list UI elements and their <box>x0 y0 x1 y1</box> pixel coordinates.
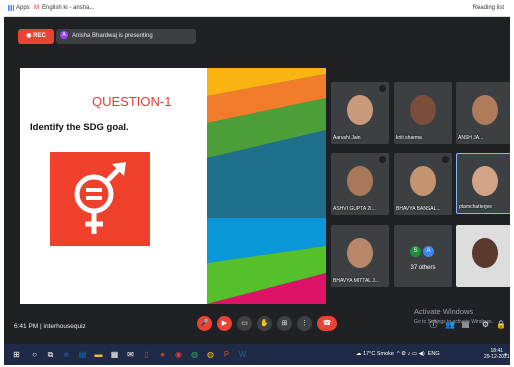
task-view-icon[interactable]: ⧉ <box>46 350 55 359</box>
participant-tile-speaking[interactable]: ptamchatterjee <box>456 153 510 214</box>
participant-tile[interactable] <box>456 225 510 287</box>
participant-name: ptamchatterjee <box>459 204 493 210</box>
language-indicator[interactable]: ENG <box>428 351 440 357</box>
participant-name: ANSH JA... <box>458 135 484 141</box>
avatar: S <box>410 246 421 257</box>
mic-off-icon <box>442 156 449 163</box>
mic-off-icon <box>379 85 386 92</box>
weather-text: 17°C Smoke <box>363 351 394 357</box>
raise-hand-button[interactable]: ✋ <box>257 316 272 331</box>
bookmarks-bar: Apps M English ki - ansha... Reading lis… <box>4 2 510 17</box>
participant-video <box>347 238 373 268</box>
participant-name: ASHVI GUPTA 2I... <box>333 206 376 212</box>
participant-video <box>347 166 373 196</box>
presenter-text: Anisha Bhardwaj is presenting <box>72 33 153 39</box>
store-icon[interactable]: ▤ <box>78 350 87 359</box>
rec-badge: ◉ REC <box>18 29 54 44</box>
participant-name: BHAVYA BANSAL... <box>396 206 441 212</box>
slide-color-stripes <box>207 68 326 304</box>
slide-title: QUESTION-1 <box>92 94 172 109</box>
end-call-button[interactable]: ☎ <box>317 316 337 331</box>
slide-prompt: Identify the SDG goal. <box>30 122 129 133</box>
chrome-icon[interactable]: ◍ <box>206 350 215 359</box>
lock-icon[interactable]: 🔒 <box>496 320 506 329</box>
participant-tile[interactable]: ASHVI GUPTA 2I... <box>331 153 389 215</box>
captions-button[interactable]: ▭ <box>237 316 252 331</box>
system-tray: ☁ 17°C Smoke ^ ⚙ ♪ ▭ ◀) ENG <box>356 351 440 357</box>
apps-icon[interactable] <box>8 5 14 11</box>
app-icon[interactable]: ◉ <box>174 350 183 359</box>
others-avatars: SA <box>410 239 434 257</box>
more-options-button[interactable]: ⋮ <box>297 316 312 331</box>
others-tile[interactable]: SA 37 others <box>394 225 452 287</box>
rec-label: REC <box>33 33 46 39</box>
windows-start-icon[interactable]: ⊞ <box>12 350 21 359</box>
participant-video <box>347 95 373 125</box>
participant-video <box>410 95 436 125</box>
presenter-avatar: A <box>60 31 68 40</box>
notification-icon[interactable]: ▪ <box>501 350 510 359</box>
bookmark-english[interactable]: English ki - ansha... <box>42 5 94 11</box>
app-icon[interactable]: ▦ <box>110 350 119 359</box>
participant-video <box>472 238 498 268</box>
tray-icons[interactable]: ^ ⚙ ♪ ▭ ◀) <box>397 351 425 357</box>
screen: Apps M English ki - ansha... Reading lis… <box>4 2 510 365</box>
reading-list[interactable]: Reading list <box>473 5 504 11</box>
participant-name: kriti sharma <box>396 135 422 141</box>
participant-tile[interactable]: ANSH JA... <box>456 82 510 144</box>
edge-icon[interactable]: e <box>62 350 71 359</box>
chrome-icon[interactable]: ◍ <box>190 350 199 359</box>
chat-icon[interactable]: ▤ <box>461 320 470 329</box>
present-button[interactable]: ⊞ <box>277 316 292 331</box>
others-count: 37 others <box>410 265 436 271</box>
weather-icon: ☁ <box>356 351 362 357</box>
sdg-gender-equality-icon <box>50 152 150 246</box>
activation-watermark: Activate Windows <box>414 307 474 316</box>
rec-icon: ◉ <box>26 33 32 39</box>
gmail-icon: M <box>34 5 39 11</box>
mail-icon[interactable]: ✉ <box>126 350 135 359</box>
file-explorer-icon[interactable]: ▬ <box>94 350 103 359</box>
office-icon[interactable]: ▯ <box>142 350 151 359</box>
activities-icon[interactable]: ⚙ <box>481 320 490 329</box>
participant-tile[interactable]: Aarushi Jain <box>331 82 389 144</box>
participant-video <box>472 95 498 125</box>
camera-toggle-button[interactable]: ▶ <box>217 316 232 331</box>
bookmark-apps[interactable]: Apps <box>16 5 30 11</box>
participant-video <box>410 166 436 196</box>
meeting-time-code: 6:41 PM | interhousequiz <box>14 323 86 330</box>
windows-taskbar: ⊞ ○ ⧉ e ▤ ▬ ▦ ✉ ▯ ● ◉ ◍ ◍ P W ☁ 17°C Smo… <box>4 344 510 365</box>
info-icon[interactable]: ⓘ <box>429 320 438 329</box>
participant-tile[interactable]: BHAVYA MITTAL J... <box>331 225 389 287</box>
participant-name: BHAVYA MITTAL J... <box>333 278 379 284</box>
mic-off-icon <box>379 156 386 163</box>
mic-toggle-button[interactable]: 🎤 <box>197 316 212 331</box>
search-icon[interactable]: ○ <box>30 350 39 359</box>
people-icon[interactable]: 👥 <box>445 320 455 329</box>
participant-tile[interactable]: kriti sharma <box>394 82 452 144</box>
participant-video <box>471 165 498 196</box>
participant-tile[interactable]: BHAVYA BANSAL... <box>394 153 452 215</box>
powerpoint-icon[interactable]: P <box>222 350 231 359</box>
participant-name: Aarushi Jain <box>333 135 361 141</box>
avatar: A <box>423 246 434 257</box>
presenter-banner: A Anisha Bhardwaj is presenting <box>56 29 196 44</box>
presentation-slide: QUESTION-1 Identify the SDG goal. <box>20 68 326 304</box>
app-icon[interactable]: ● <box>158 350 167 359</box>
word-icon[interactable]: W <box>238 350 247 359</box>
